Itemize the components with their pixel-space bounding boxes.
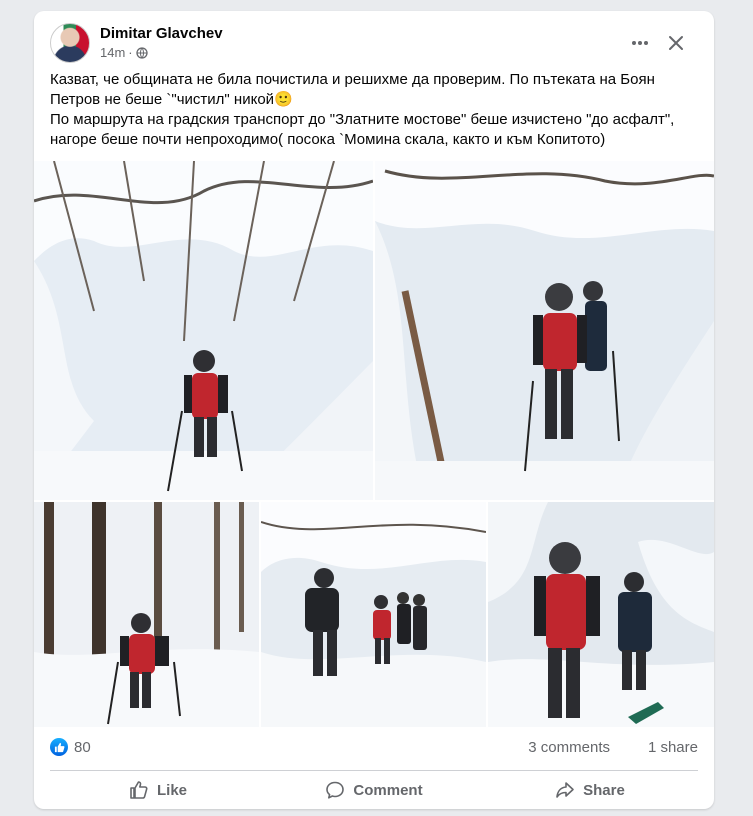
close-button[interactable] xyxy=(662,29,690,57)
photo-5[interactable] xyxy=(488,502,714,727)
shares-count[interactable]: 1 share xyxy=(648,739,698,756)
author-name[interactable]: Dimitar Glavchev xyxy=(100,25,223,42)
post-text: Казват, че общината не била почистила и … xyxy=(50,70,700,150)
post-time[interactable]: 14m xyxy=(100,45,125,60)
post-text-line: Петров не беше `"чистил" никой🙂 xyxy=(50,91,293,108)
share-icon xyxy=(556,782,574,798)
reaction-badge[interactable] xyxy=(50,738,68,756)
comment-button[interactable]: Comment xyxy=(266,775,482,805)
post-card: Dimitar Glavchev 14m · Казват, че община… xyxy=(34,11,714,809)
post-actions: Like Comment Share xyxy=(50,775,698,805)
photo-4[interactable] xyxy=(261,502,486,727)
post-text-line: По маршрута на градския транспорт до "Зл… xyxy=(50,111,675,128)
post-header: Dimitar Glavchev 14m · xyxy=(50,23,698,63)
like-button[interactable]: Like xyxy=(50,775,266,805)
like-icon xyxy=(130,781,148,799)
post-text-line: Казват, че общината не била почистила и … xyxy=(50,71,655,88)
like-label: Like xyxy=(156,781,187,799)
globe-icon xyxy=(135,46,148,59)
post-meta: 14m · xyxy=(100,45,148,60)
post-text-line: нагоре беше почти непроходимо( посока `М… xyxy=(50,131,606,148)
more-icon xyxy=(632,41,648,45)
more-options-button[interactable] xyxy=(628,31,652,55)
photo-2[interactable] xyxy=(375,161,714,500)
thumbs-up-icon xyxy=(54,742,64,752)
photo-3[interactable] xyxy=(34,502,259,727)
author-avatar[interactable] xyxy=(50,23,90,63)
share-button[interactable]: Share xyxy=(482,775,698,805)
actions-divider xyxy=(50,770,698,771)
comment-label: Comment xyxy=(353,781,423,799)
reaction-count[interactable]: 80 xyxy=(74,739,91,756)
comments-count[interactable]: 3 comments xyxy=(528,739,610,756)
share-label: Share xyxy=(583,781,625,799)
close-icon xyxy=(669,36,683,50)
comment-icon xyxy=(326,781,345,799)
post-stats: 80 3 comments 1 share xyxy=(50,738,698,760)
photo-1[interactable] xyxy=(34,161,373,500)
